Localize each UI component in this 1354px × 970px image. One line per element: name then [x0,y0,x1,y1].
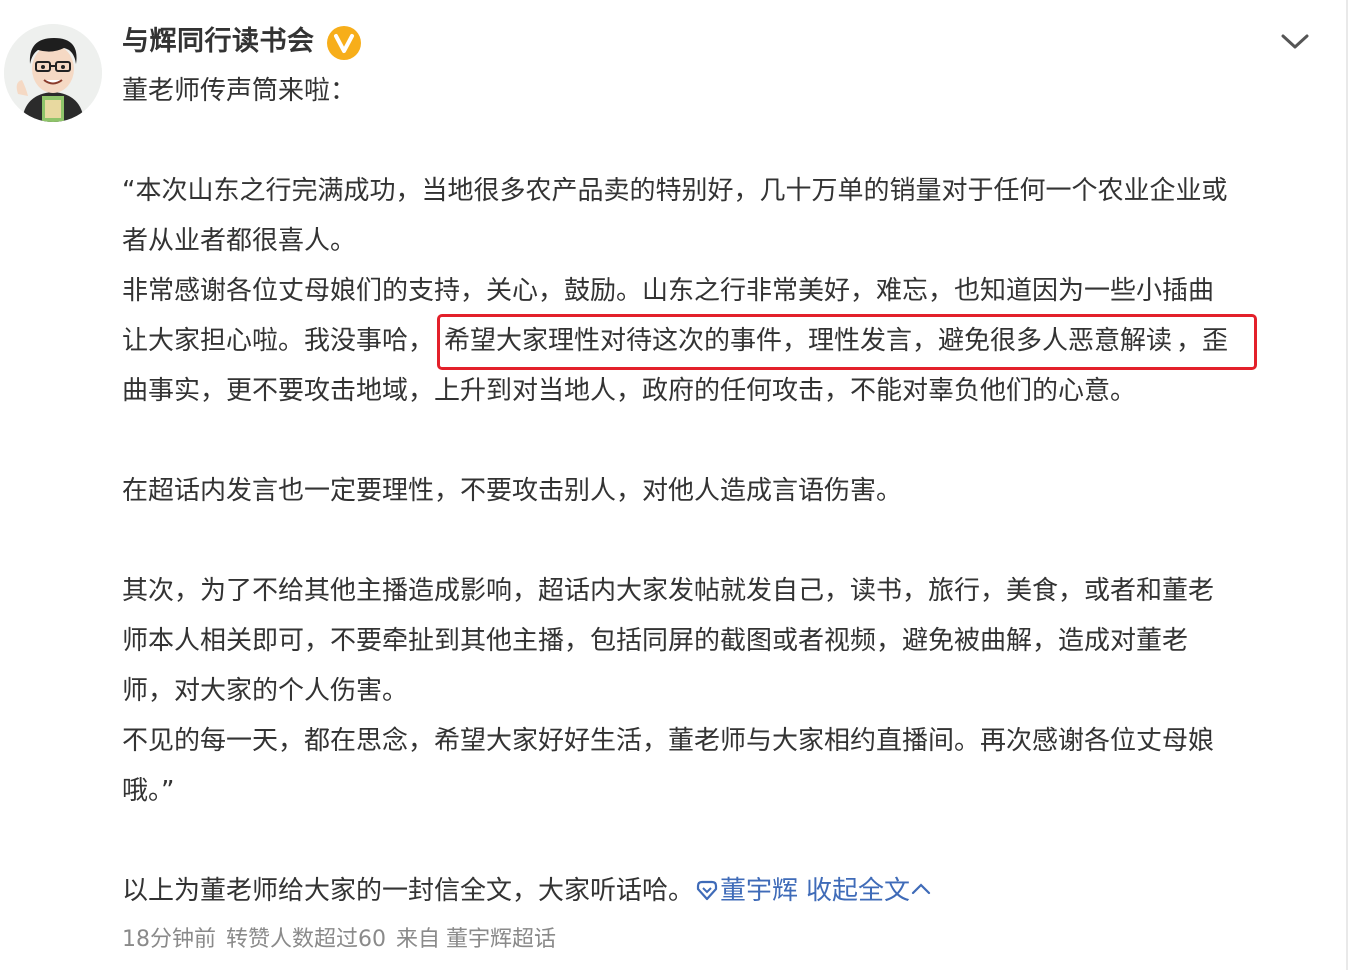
source-link[interactable]: 董宇辉超话 [446,927,556,952]
collapse-label: 收起全文 [806,876,911,906]
post-text-segment: 让大家担心啦。我没事哈， [122,326,435,356]
post-line: 在超话内发言也一定要理性，不要攻击别人，对他人造成言语伤害。 [122,476,903,506]
collapse-full-text-link[interactable]: 收起全文 [806,876,932,906]
repost-count: 转赞人数超过60 [226,927,386,952]
topic-link-label: 董宇辉 [720,876,799,906]
weibo-post-card: 与辉同行读书会 董老师传声筒来啦： “本次山东之行完满成功，当地很多农产品卖的特… [0,0,1354,970]
post-line: 其次，为了不给其他主播造成影响，超话内大家发帖就发自己，读书，旅行，美食，或者和… [122,576,1215,606]
post-line: 师，对大家的个人伤害。 [122,676,409,706]
post-line: “本次山东之行完满成功，当地很多农产品卖的特别好，几十万单的销量对于任何一个农业… [122,176,1228,206]
post-line-with-links: 以上为董老师给大家的一封信全文，大家听话哈。 董宇辉 收起全文 [122,866,1312,916]
chevron-up-icon [910,876,932,906]
topic-tag-icon [694,869,720,901]
post-line: 非常感谢各位丈母娘们的支持，关心，鼓励。山东之行非常美好，难忘，也知道因为一些小… [122,276,1215,306]
avatar-illustration [4,24,102,122]
verified-v-badge-icon [327,26,361,60]
topic-link[interactable]: 董宇辉 [694,876,798,906]
chevron-down-icon[interactable] [1278,30,1312,54]
post-meta: 18分钟前 转赞人数超过60 来自 董宇辉超话 [122,922,566,958]
red-highlight-box [437,314,1257,370]
post-line: 者从业者都很喜人。 [122,226,357,256]
post-line: 曲事实，更不要攻击地域，上升到对当地人，政府的任何攻击，不能对辜负他们的心意。 [122,376,1137,406]
post-intro: 董老师传声筒来啦： [122,76,357,106]
card-divider [1346,0,1348,970]
author-name[interactable]: 与辉同行读书会 [122,23,315,61]
post-time[interactable]: 18分钟前 [122,927,216,952]
post-text-segment: 以上为董老师给大家的一封信全文，大家听话哈。 [122,876,695,906]
source-prefix: 来自 [396,927,441,952]
post-line: 哦。” [122,776,175,806]
author-avatar[interactable] [4,24,102,122]
post-line: 师本人相关即可，不要牵扯到其他主播，包括同屏的截图或者视频，避免被曲解，造成对董… [122,626,1189,656]
post-line: 不见的每一天，都在思念，希望大家好好生活，董老师与大家相约直播间。再次感谢各位丈… [122,726,1215,756]
